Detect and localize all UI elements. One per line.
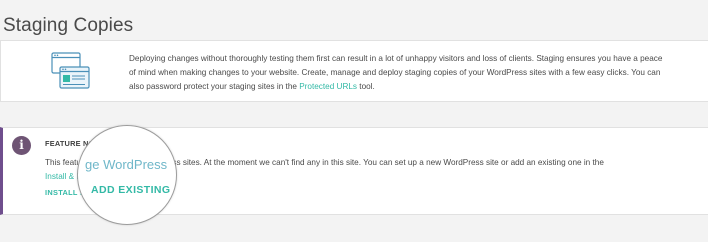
intro-line-2: of mind when making changes to your webs… [129, 68, 661, 77]
intro-line-3-end: tool. [357, 82, 375, 91]
page-title: Staging Copies [3, 14, 134, 36]
magnifier-text-fragment: ge WordPress [85, 157, 168, 172]
staging-intro-text: Deploying changes without thoroughly tes… [129, 52, 707, 94]
magnifier-heading-fragment: Bovar [78, 125, 105, 134]
staging-windows-icon [49, 51, 91, 91]
intro-line-3-start: also password protect your staging sites… [129, 82, 300, 91]
info-icon: i [12, 136, 31, 155]
staging-intro-card: Deploying changes without thoroughly tes… [0, 40, 708, 102]
add-existing-button[interactable]: ADD EXISTING [91, 184, 170, 196]
intro-line-1: Deploying changes without thoroughly tes… [129, 54, 663, 63]
magnifier-lens: Bovar ge WordPress ADD EXISTING [77, 125, 177, 225]
notice-line-1-end: r WordPress sites. At the moment we can'… [135, 158, 604, 167]
intro-line-3: also password protect your staging sites… [129, 80, 707, 94]
protected-urls-link[interactable]: Protected URLs [299, 82, 357, 91]
